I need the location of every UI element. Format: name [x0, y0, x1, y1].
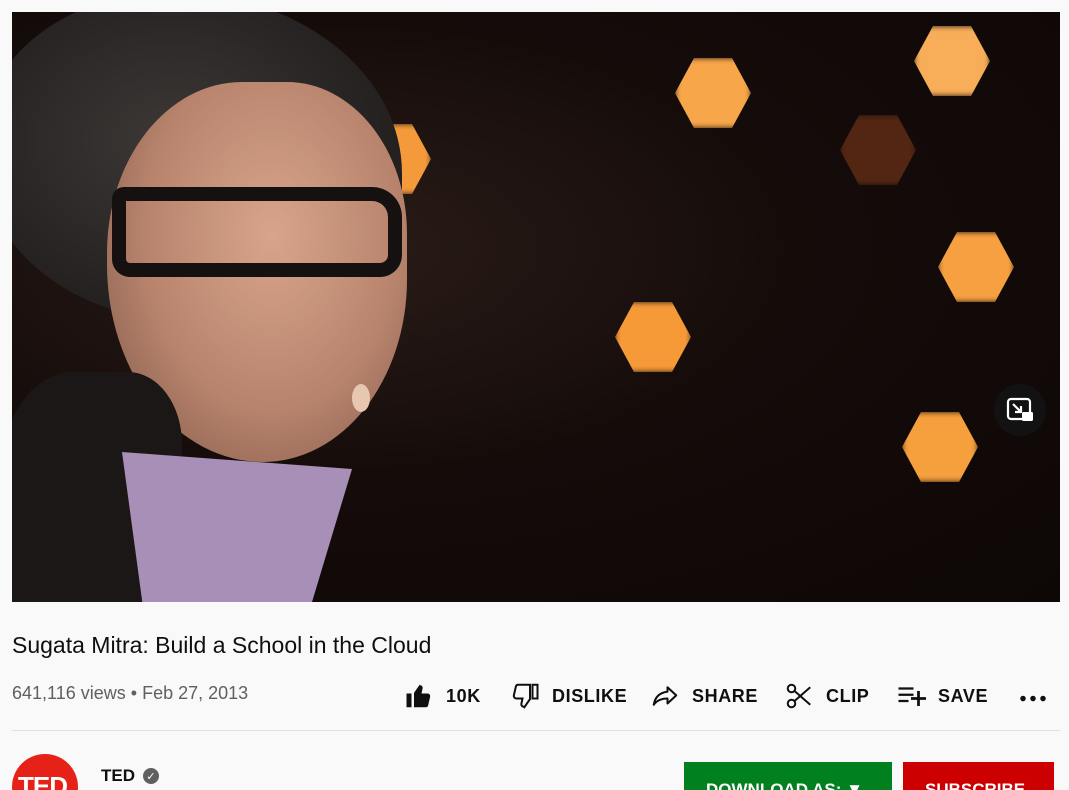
bokeh-light	[914, 26, 990, 96]
share-label: SHARE	[692, 685, 759, 706]
video-player[interactable]	[12, 12, 1060, 602]
miniplayer-button[interactable]	[994, 384, 1046, 436]
bokeh-light	[615, 302, 691, 372]
verified-icon: ✓	[143, 768, 159, 784]
share-button[interactable]: SHARE	[650, 676, 758, 716]
share-icon	[652, 686, 678, 706]
like-icon	[406, 684, 431, 708]
channel-name[interactable]: TED	[101, 766, 135, 786]
bokeh-light	[938, 232, 1014, 302]
channel-info: TED ✓	[101, 766, 159, 786]
clip-icon	[786, 683, 811, 709]
download-button[interactable]: DOWNLOAD AS: ▼	[684, 762, 892, 790]
clip-button[interactable]: CLIP	[784, 676, 869, 716]
video-title: Sugata Mitra: Build a School in the Clou…	[12, 632, 432, 658]
dislike-label: DISLIKE	[552, 685, 628, 706]
dislike-button[interactable]: DISLIKE	[510, 676, 627, 716]
save-label: SAVE	[938, 685, 989, 706]
more-icon	[1020, 695, 1046, 702]
miniplayer-icon	[1006, 397, 1033, 421]
bokeh-light	[840, 115, 916, 185]
channel-avatar[interactable]: TED	[12, 754, 78, 790]
bokeh-light	[675, 58, 751, 128]
speaker-figure	[12, 12, 432, 602]
clip-label: CLIP	[826, 685, 870, 706]
dislike-icon	[512, 683, 539, 709]
action-bar: 10K DISLIKE SHARE CLIP SAVE	[0, 676, 1069, 716]
save-icon	[898, 687, 926, 706]
avatar-logo-text: TED	[18, 771, 68, 790]
more-actions-button[interactable]	[1018, 676, 1048, 716]
like-count: 10K	[446, 685, 481, 706]
save-button[interactable]: SAVE	[896, 676, 988, 716]
bokeh-light	[902, 412, 978, 482]
like-button[interactable]: 10K	[404, 676, 481, 716]
subscribe-button[interactable]: SUBSCRIBE	[903, 762, 1054, 790]
divider	[12, 730, 1060, 731]
